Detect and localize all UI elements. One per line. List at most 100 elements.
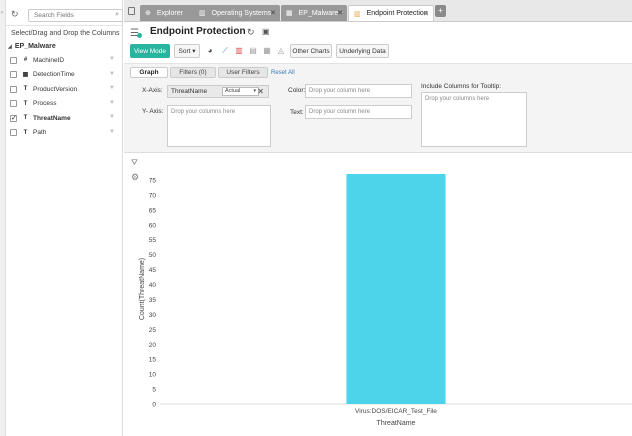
y-tick-label: 65 bbox=[149, 207, 157, 214]
text-label: Text: bbox=[290, 109, 304, 116]
collapse-arrow-icon[interactable]: › bbox=[1, 10, 3, 16]
filter-icon[interactable]: ▼ bbox=[109, 56, 115, 62]
field-item[interactable]: ▦ DetectionTime ▼ bbox=[6, 68, 122, 83]
sort-label: Sort bbox=[178, 47, 191, 55]
field-checkbox[interactable]: ✓ bbox=[10, 114, 17, 122]
filter-icon[interactable]: ▼ bbox=[109, 114, 115, 120]
y-axis-label: Y- Axis: bbox=[142, 108, 164, 115]
y-tick-label: 30 bbox=[149, 312, 157, 319]
field-name: Process bbox=[33, 100, 57, 108]
x-axis-field: ThreatName bbox=[171, 88, 208, 95]
save-icon[interactable]: ▣ bbox=[262, 27, 270, 36]
close-icon[interactable]: ✕ bbox=[423, 10, 429, 18]
text-type-icon: T bbox=[23, 100, 28, 107]
grouped-bar-icon[interactable]: ▦ bbox=[262, 46, 272, 55]
y-tick-label: 55 bbox=[149, 237, 157, 244]
pie-chart-icon[interactable]: ◕ bbox=[205, 46, 215, 55]
color-drop-zone[interactable]: Drop your column here bbox=[305, 84, 412, 98]
field-item[interactable]: ✓ T ThreatName ▼ bbox=[6, 111, 122, 126]
compass-icon: ⊕ bbox=[145, 10, 151, 17]
field-item[interactable]: T Path ▼ bbox=[6, 126, 122, 141]
search-icon[interactable]: ⌕ bbox=[115, 11, 119, 19]
search-fields-box[interactable]: ⌕ bbox=[28, 9, 123, 22]
stacked-bar-icon[interactable]: ▤ bbox=[248, 46, 258, 55]
bar-chart: 0 5 10 15 20 25 30 35 40 45 50 55 60 65 70 75 Virus:DOS/… bbox=[139, 174, 632, 427]
field-item[interactable]: T Process ▼ bbox=[6, 97, 122, 112]
text-type-icon: T bbox=[23, 86, 28, 93]
collapse-triangle-icon[interactable]: ◢ bbox=[8, 44, 12, 50]
field-name: ThreatName bbox=[33, 114, 71, 122]
bar-chart-icon: ▥ bbox=[199, 10, 206, 17]
filter-icon[interactable]: ▼ bbox=[109, 85, 115, 91]
tab-explorer[interactable]: ⊕ Explorer bbox=[140, 5, 201, 21]
page-header: ☰ Endpoint Protection ↻ ▣ bbox=[124, 22, 632, 42]
field-name: DetectionTime bbox=[33, 71, 75, 79]
field-item[interactable]: T ProductVersion ▼ bbox=[6, 82, 122, 97]
text-type-icon: T bbox=[23, 129, 28, 136]
field-checkbox[interactable] bbox=[10, 71, 17, 79]
dataset-name: EP_Malware bbox=[14, 43, 56, 50]
field-item[interactable]: # MachineID ▼ bbox=[6, 53, 122, 68]
filter-icon[interactable]: ▼ bbox=[109, 129, 115, 135]
y-tick-label: 70 bbox=[149, 192, 157, 199]
y-tick-label: 25 bbox=[149, 327, 157, 334]
sidebar-toolbar: ↻ ⌕ bbox=[6, 0, 123, 26]
y-axis-drop-zone[interactable]: Drop your columns here bbox=[167, 105, 271, 147]
filter-icon[interactable]: ▼ bbox=[109, 100, 115, 106]
grid-icon: ▦ bbox=[286, 10, 293, 17]
tab-filters[interactable]: Filters (0) bbox=[170, 67, 216, 78]
field-name: MachineID bbox=[33, 56, 65, 64]
reset-all-link[interactable]: Reset All bbox=[271, 70, 295, 76]
underlying-data-button[interactable]: Underlying Data bbox=[336, 44, 389, 58]
field-name: Path bbox=[33, 129, 47, 137]
chart-toolbar: View Mode Sort ▾ ◕ ⟋ ▥ ▤ ▦ ◬ Other Chart… bbox=[124, 44, 632, 62]
tab-endpoint-protection[interactable]: ▥ Endpoint Protection ✕ bbox=[348, 5, 434, 21]
other-charts-button[interactable]: Other Charts bbox=[290, 44, 332, 58]
close-icon[interactable]: ✕ bbox=[337, 9, 343, 17]
text-drop-zone[interactable]: Drop your column here bbox=[305, 105, 412, 119]
x-axis-title: ThreatName bbox=[377, 420, 416, 427]
tab-ep-malware[interactable]: ▦ EP_Malware ✕ bbox=[281, 5, 347, 21]
y-tick-label: 60 bbox=[149, 222, 157, 229]
field-checkbox[interactable] bbox=[10, 100, 17, 108]
x-axis-aggregation-value: Actual bbox=[225, 88, 241, 94]
tab-operating-systems[interactable]: ▥ Operating Systems ✕ bbox=[194, 5, 280, 21]
area-chart-icon[interactable]: ◬ bbox=[276, 46, 286, 55]
tabs-menu-icon[interactable] bbox=[128, 7, 135, 15]
bar-chart-icon[interactable]: ▥ bbox=[234, 46, 244, 55]
tab-graph[interactable]: Graph bbox=[130, 67, 168, 78]
tab-label: Endpoint Protection bbox=[366, 10, 428, 17]
chart-config-panel: Graph Filters (0) User Filters Reset All… bbox=[124, 63, 632, 153]
field-checkbox[interactable] bbox=[10, 129, 17, 137]
view-mode-button[interactable]: View Mode bbox=[130, 44, 170, 58]
tab-label: Explorer bbox=[156, 9, 183, 17]
tab-user-filters[interactable]: User Filters bbox=[218, 67, 268, 78]
refresh-fields-icon[interactable]: ↻ bbox=[11, 9, 21, 19]
y-tick-label: 0 bbox=[152, 402, 156, 409]
search-fields-input[interactable] bbox=[29, 10, 107, 21]
add-tab-button[interactable]: + bbox=[435, 5, 446, 17]
field-checkbox[interactable] bbox=[10, 56, 17, 64]
chevron-down-icon: ▾ bbox=[192, 48, 196, 55]
x-tick-label: Virus:DOS/EICAR_Test_File bbox=[355, 408, 437, 415]
bar bbox=[346, 174, 446, 404]
tab-bar: ⊕ Explorer ▥ Operating Systems ✕ ▦ EP_Malwar… bbox=[124, 0, 632, 22]
y-axis-title: Count(ThreatName) bbox=[139, 258, 146, 320]
refresh-icon[interactable]: ↻ bbox=[247, 27, 255, 38]
x-axis-drop-zone[interactable]: ThreatName Actual ▾ ✕ bbox=[167, 85, 269, 98]
y-tick-label: 45 bbox=[149, 267, 157, 274]
field-checkbox[interactable] bbox=[10, 85, 17, 93]
sort-button[interactable]: Sort ▾ bbox=[174, 44, 200, 58]
chevron-down-icon: ▾ bbox=[253, 88, 256, 94]
text-type-icon: T bbox=[23, 115, 28, 122]
x-axis-aggregation-select[interactable]: Actual ▾ bbox=[222, 87, 259, 96]
tooltip-drop-zone[interactable]: Drop your columns here bbox=[421, 92, 527, 147]
close-icon[interactable]: ✕ bbox=[270, 9, 276, 17]
fields-sidebar: ↻ ⌕ Select/Drag and Drop the Columns ◢EP… bbox=[6, 0, 123, 436]
close-icon[interactable]: ✕ bbox=[257, 86, 264, 97]
tooltip-label: Include Columns for Tooltip: bbox=[421, 83, 502, 90]
line-chart-icon[interactable]: ⟋ bbox=[220, 46, 230, 56]
dataset-node[interactable]: ◢ EP_Malware bbox=[6, 40, 122, 53]
filter-icon[interactable]: ▼ bbox=[109, 71, 115, 77]
y-tick-label: 5 bbox=[152, 387, 156, 394]
